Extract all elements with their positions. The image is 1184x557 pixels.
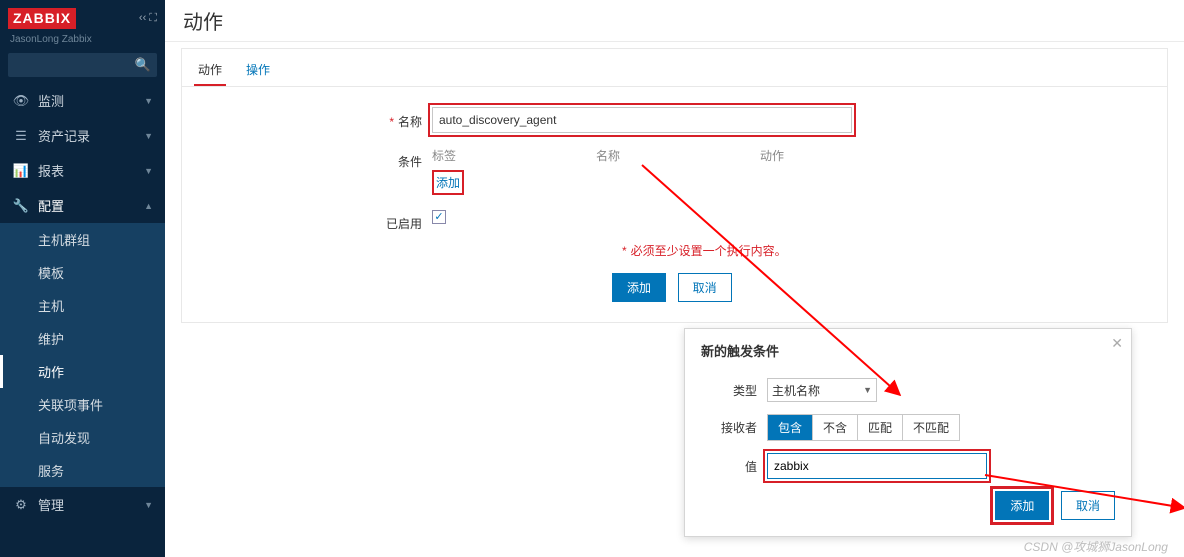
brand-subtitle: JasonLong Zabbix [0,32,165,53]
operator-segmented: 包含 不含 匹配 不匹配 [767,414,960,441]
modal-cancel-button[interactable]: 取消 [1061,491,1115,520]
enabled-checkbox[interactable]: ✓ [432,210,446,224]
watermark: CSDN @攻城狮JasonLong [1024,538,1168,555]
col-action: 动作 [760,147,784,164]
name-input[interactable] [432,107,852,133]
sub-templates[interactable]: 模板 [0,256,165,289]
nav-label: 管理 [38,495,64,514]
nav-reports[interactable]: 📊 报表 ▼ [0,153,165,188]
sub-correlation[interactable]: 关联项事件 [0,388,165,421]
nav-monitoring[interactable]: 👁 监测 ▼ [0,83,165,118]
value-input[interactable] [767,453,987,479]
page-title: 动作 [165,0,1184,42]
row-enabled: 已启用 ✓ [362,209,1147,232]
required-message: *必须至少设置一个执行内容。 [362,242,1147,259]
modal-operator-label: 接收者 [701,419,757,436]
tab-operation[interactable]: 操作 [242,55,274,86]
sub-services[interactable]: 服务 [0,454,165,487]
col-name: 名称 [596,147,620,164]
chevron-down-icon: ▼ [144,96,153,106]
sub-host-groups[interactable]: 主机群组 [0,223,165,256]
nav-config-subitems: 主机群组 模板 主机 维护 动作 关联项事件 自动发现 服务 [0,223,165,487]
nav-label: 资产记录 [38,126,90,145]
row-conditions: 条件 标签 名称 动作 添加 [362,147,1147,195]
enabled-label: 已启用 [386,217,422,231]
form-buttons: 添加 取消 [362,273,1147,302]
col-tag: 标签 [432,147,456,164]
nav-label: 配置 [38,196,64,215]
chevron-down-icon: ▼ [144,500,153,510]
nav-administration[interactable]: ⚙ 管理 ▼ [0,487,165,522]
search-wrap: 🔍 [0,53,165,83]
search-icon: 🔍 [135,57,151,73]
list-icon: ☰ [12,128,30,144]
name-label: 名称 [398,115,422,129]
new-condition-modal: ✕ 新的触发条件 类型 主机名称 ▼ 接收者 包含 不含 匹配 不匹配 [684,328,1132,537]
nav-label: 监测 [38,91,64,110]
wrench-icon: 🔧 [12,198,30,214]
conditions-label: 条件 [398,155,422,169]
op-contains[interactable]: 包含 [768,415,812,440]
conditions-header: 标签 名称 动作 [432,147,784,164]
cancel-button[interactable]: 取消 [678,273,732,302]
tabs: 动作 操作 [182,49,1167,87]
close-icon[interactable]: ✕ [1111,335,1123,352]
collapse-icon[interactable]: ‹‹ ⛶ [139,12,157,25]
main-content: 动作 动作 操作 *名称 条件 标签 名称 动作 [165,0,1184,557]
op-not-contains[interactable]: 不含 [812,415,857,440]
add-condition-link[interactable]: 添加 [432,170,464,195]
nav-inventory[interactable]: ☰ 资产记录 ▼ [0,118,165,153]
sub-maintenance[interactable]: 维护 [0,322,165,355]
eye-icon: 👁 [12,93,30,109]
tab-action[interactable]: 动作 [194,55,226,86]
action-form: *名称 条件 标签 名称 动作 添加 已启用 [182,87,1167,322]
modal-type-label: 类型 [701,382,757,399]
type-select[interactable]: 主机名称 ▼ [767,378,877,402]
op-match[interactable]: 匹配 [857,415,902,440]
op-not-match[interactable]: 不匹配 [902,415,959,440]
sidebar: ZABBIX ‹‹ ⛶ JasonLong Zabbix 🔍 👁 监测 ▼ ☰ … [0,0,165,557]
submit-button[interactable]: 添加 [612,273,666,302]
chevron-up-icon: ▲ [144,201,153,211]
nav-label: 报表 [38,161,64,180]
chevron-down-icon: ▼ [144,131,153,141]
nav-configuration[interactable]: 🔧 配置 ▲ [0,188,165,223]
sub-discovery[interactable]: 自动发现 [0,421,165,454]
gear-icon: ⚙ [12,497,30,513]
logo[interactable]: ZABBIX [8,8,76,29]
modal-value-label: 值 [701,458,757,475]
sub-hosts[interactable]: 主机 [0,289,165,322]
chevron-down-icon: ▼ [144,166,153,176]
type-value: 主机名称 [772,382,820,399]
chevron-down-icon: ▼ [863,385,872,395]
chart-icon: 📊 [12,163,30,179]
modal-submit-button[interactable]: 添加 [995,491,1049,520]
action-panel: 动作 操作 *名称 条件 标签 名称 动作 添加 [181,48,1168,323]
modal-title: 新的触发条件 [701,341,1115,360]
row-name: *名称 [362,107,1147,133]
sub-actions[interactable]: 动作 [0,355,165,388]
logo-row: ZABBIX ‹‹ ⛶ [0,0,165,32]
search-input[interactable]: 🔍 [8,53,157,77]
